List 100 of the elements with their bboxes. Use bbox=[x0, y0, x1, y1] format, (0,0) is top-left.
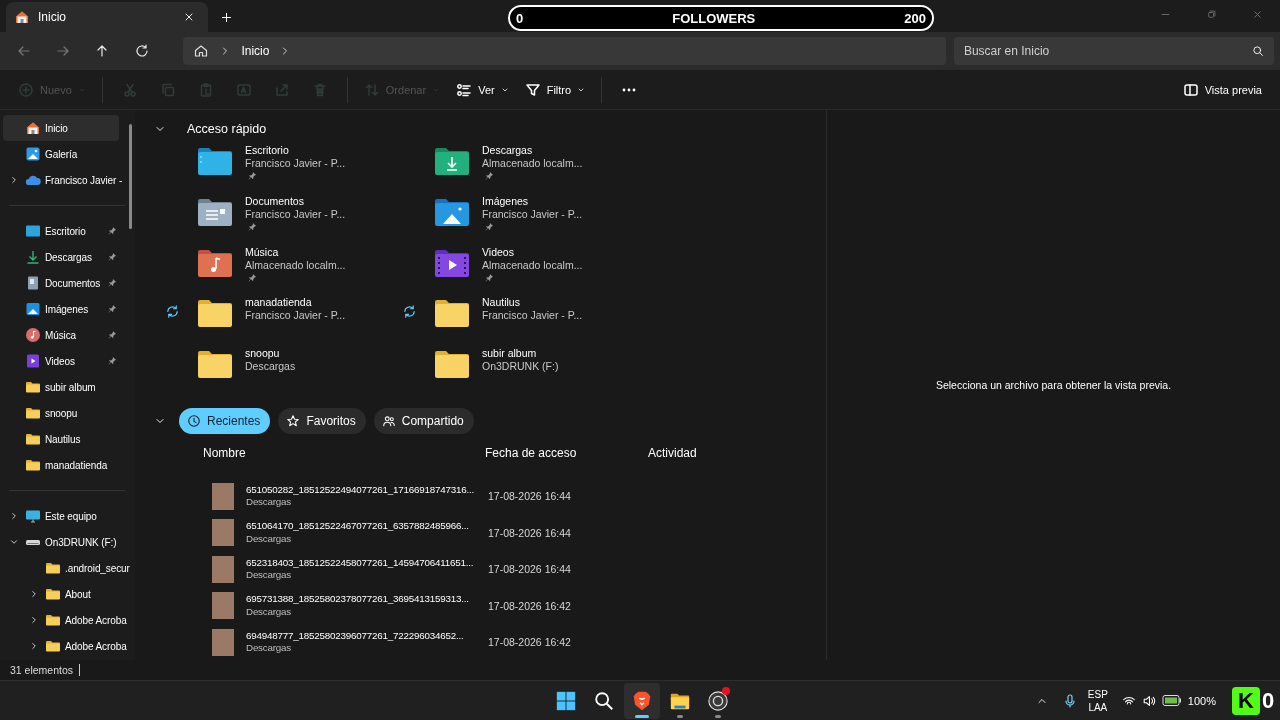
drive-icon bbox=[25, 538, 41, 546]
breadcrumb-item[interactable]: Inicio bbox=[241, 44, 270, 58]
sidebar-item-label: Inicio bbox=[45, 122, 69, 134]
access-date: 17-08-2026 16:42 bbox=[488, 636, 572, 649]
folder-name[interactable]: Escritorio bbox=[245, 144, 289, 157]
folder-icon bbox=[45, 612, 61, 628]
sidebar-item-label: snoopu bbox=[45, 407, 79, 419]
file-name[interactable]: 694948777_18525802396077261_722296034652... bbox=[246, 629, 464, 643]
access-date: 17-08-2026 16:42 bbox=[488, 599, 572, 612]
document-icon bbox=[25, 275, 41, 291]
notification-dot bbox=[722, 687, 730, 695]
sidebar-item-label: Galería bbox=[45, 148, 79, 160]
folder-name[interactable]: Imágenes bbox=[482, 194, 529, 208]
folder-icon bbox=[45, 638, 61, 654]
folder-location: Almacenado localm... bbox=[482, 157, 583, 170]
folder-name[interactable]: Videos bbox=[482, 245, 514, 259]
speaker-icon bbox=[1141, 693, 1156, 708]
filter-button[interactable]: Filtro bbox=[518, 74, 592, 105]
folder-icon bbox=[45, 586, 61, 602]
sidebar-item-label: Documentos bbox=[45, 277, 102, 289]
sidebar-item[interactable]: Inicio bbox=[3, 115, 119, 141]
search-field[interactable]: Buscar en Inicio bbox=[953, 37, 1275, 65]
sidebar-item-label: Videos bbox=[45, 355, 76, 367]
folder-name[interactable]: Documentos bbox=[245, 194, 304, 208]
taskbar-app[interactable] bbox=[624, 683, 660, 719]
folder-name[interactable]: snoopu bbox=[245, 347, 280, 361]
house-icon bbox=[25, 120, 41, 136]
chevron-right-icon bbox=[9, 175, 19, 185]
folder-name[interactable]: subir album bbox=[482, 347, 537, 361]
column-header[interactable]: Actividad bbox=[648, 446, 697, 460]
sidebar-item-label: Adobe Acroba bbox=[65, 614, 127, 626]
copy-icon bbox=[159, 81, 176, 98]
file-location: Descargas bbox=[246, 496, 292, 509]
sidebar-item[interactable]: .android_secur bbox=[3, 555, 132, 581]
running-indicator bbox=[715, 715, 721, 718]
scrollbar[interactable] bbox=[129, 124, 132, 229]
start-icon bbox=[555, 690, 577, 712]
sidebar-item[interactable]: Música bbox=[3, 322, 119, 348]
sidebar-item[interactable]: manadatienda bbox=[3, 452, 119, 478]
chevron-right-icon bbox=[9, 511, 19, 521]
sidebar-item[interactable]: Galería bbox=[3, 141, 119, 167]
plus-circle-icon bbox=[18, 81, 34, 98]
sidebar-item-label: Música bbox=[45, 329, 78, 341]
view-button[interactable]: Ver bbox=[450, 74, 515, 105]
sidebar-item-label: Adobe Acroba bbox=[65, 640, 127, 652]
sidebar-item[interactable]: Adobe Acroba bbox=[3, 633, 129, 659]
sidebar-item[interactable]: Nautilus bbox=[3, 426, 119, 452]
folder-name[interactable]: Nautilus bbox=[482, 296, 520, 310]
house-icon bbox=[14, 9, 30, 25]
access-date: 17-08-2026 16:44 bbox=[488, 563, 572, 576]
sidebar-item[interactable]: Descargas bbox=[3, 244, 119, 270]
quick-settings-button[interactable]: 100% bbox=[1117, 685, 1220, 716]
download-icon bbox=[25, 249, 41, 265]
sidebar-item[interactable]: snoopu bbox=[3, 400, 119, 426]
filter-tab[interactable]: Compartido bbox=[373, 408, 474, 434]
folder-icon bbox=[25, 379, 41, 395]
chevron-right-icon bbox=[29, 615, 39, 625]
sidebar-item[interactable]: Imágenes bbox=[3, 296, 119, 322]
sidebar-item-label: .android_secur bbox=[65, 562, 130, 574]
sidebar-item[interactable]: Escritorio bbox=[3, 218, 119, 244]
sidebar-item[interactable]: About bbox=[3, 581, 119, 607]
sidebar-item[interactable]: Documentos bbox=[3, 270, 119, 296]
file-name[interactable]: 652318403_18512522458077261_14594706411651... bbox=[246, 556, 474, 570]
chevron-right-icon bbox=[29, 641, 39, 651]
input-language-button[interactable]: ESP LAA bbox=[1087, 687, 1108, 714]
sidebar-item[interactable]: Adobe Acroba bbox=[3, 607, 129, 633]
preview-message: Selecciona un archivo para obtener la vista previa. bbox=[935, 379, 1172, 391]
trash-icon bbox=[311, 81, 328, 98]
followers-start: 0 bbox=[516, 10, 524, 26]
sidebar-item[interactable]: Videos bbox=[3, 348, 119, 374]
sidebar-item[interactable]: Este equipo bbox=[3, 503, 119, 529]
folder-name[interactable]: manadatienda bbox=[245, 296, 312, 310]
sidebar-item[interactable]: On3DRUNK (F:) bbox=[3, 529, 119, 555]
photo-placeholder bbox=[212, 592, 234, 620]
file-name[interactable]: 651064170_18512522467077261_6357882485966... bbox=[246, 520, 469, 533]
address-field[interactable]: Inicio bbox=[183, 37, 946, 65]
sort-arrows-icon bbox=[363, 81, 380, 98]
followers-label: FOLLOWERS bbox=[672, 10, 756, 26]
desktop-icon bbox=[25, 223, 41, 239]
folder-name[interactable]: Descargas bbox=[482, 144, 533, 157]
folder-location: Descargas bbox=[245, 360, 296, 374]
folder-icon bbox=[25, 431, 41, 447]
window-tab[interactable]: Inicio bbox=[6, 2, 208, 32]
folder-location: Almacenado localm... bbox=[245, 258, 346, 272]
chevron-right-icon bbox=[29, 589, 39, 599]
home-icon[interactable] bbox=[193, 43, 210, 59]
file-name[interactable]: 695731388_18525802378077261_3695413159313... bbox=[246, 593, 469, 606]
column-header[interactable]: Fecha de acceso bbox=[485, 446, 648, 460]
sidebar-item[interactable]: subir album bbox=[3, 374, 119, 400]
followers-goal: 200 bbox=[904, 10, 926, 26]
close-icon bbox=[183, 11, 195, 23]
file-location: Descargas bbox=[246, 569, 292, 582]
column-header[interactable]: Nombre bbox=[203, 446, 485, 460]
sidebar-item[interactable]: Francisco Javier - bbox=[3, 167, 125, 193]
filter-tab[interactable]: Recientes bbox=[179, 408, 271, 434]
folder-name[interactable]: Música bbox=[245, 245, 279, 259]
filter-tab[interactable]: Favoritos bbox=[278, 408, 366, 434]
preview-pane-button[interactable]: Vista previa bbox=[1176, 74, 1268, 105]
viewer-count: 0 bbox=[1262, 687, 1276, 714]
file-name[interactable]: 651050282_18512522494077261_17166918747316... bbox=[246, 483, 474, 497]
